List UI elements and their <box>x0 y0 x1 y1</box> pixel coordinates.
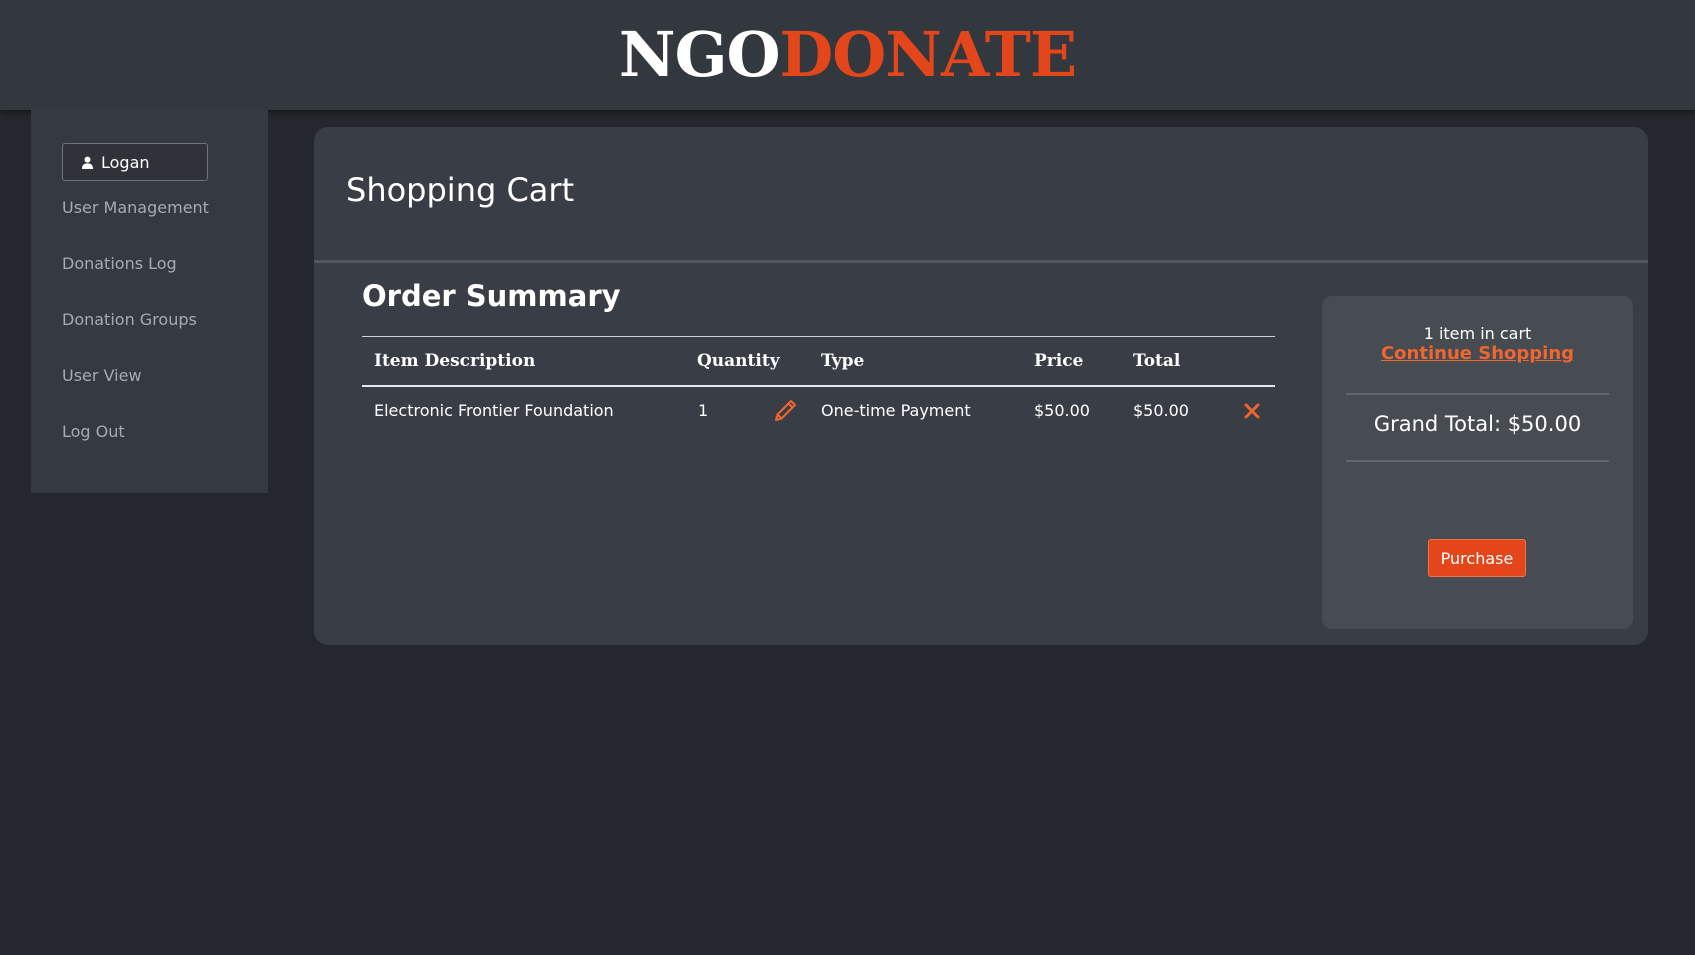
column-header-quantity: Quantity <box>697 351 780 371</box>
close-icon[interactable] <box>1244 403 1260 419</box>
user-button[interactable]: Logan <box>62 143 208 181</box>
pencil-icon[interactable] <box>772 397 799 424</box>
sidebar-item-donations-log[interactable]: Donations Log <box>62 254 177 273</box>
sidebar-item-log-out[interactable]: Log Out <box>62 422 125 441</box>
cell-type: One-time Payment <box>821 401 971 420</box>
order-summary-title: Order Summary <box>362 279 621 313</box>
column-header-item-description: Item Description <box>374 351 536 371</box>
title-divider <box>314 260 1648 263</box>
table-header-rule <box>362 385 1275 387</box>
cell-total: $50.00 <box>1133 401 1189 420</box>
brand-logo-ngo: NGO <box>618 18 781 91</box>
sidebar-item-user-view[interactable]: User View <box>62 366 142 385</box>
sidebar: Logan User Management Donations Log Dona… <box>31 110 268 493</box>
user-name: Logan <box>101 152 150 172</box>
cell-price: $50.00 <box>1034 401 1090 420</box>
cell-item-description: Electronic Frontier Foundation <box>374 401 614 420</box>
summary-divider-top <box>1346 393 1609 395</box>
column-header-total: Total <box>1133 351 1181 371</box>
brand-logo[interactable]: NGODONATE <box>0 18 1695 92</box>
sidebar-item-user-management[interactable]: User Management <box>62 198 209 217</box>
grand-total-text: Grand Total: $50.00 <box>1373 412 1582 436</box>
column-header-price: Price <box>1034 351 1084 371</box>
cell-quantity: 1 <box>698 401 709 420</box>
table-top-rule <box>362 336 1275 337</box>
purchase-button[interactable]: Purchase <box>1428 539 1526 577</box>
column-header-type: Type <box>821 351 865 371</box>
cart-summary-box: 1 item in cart Continue Shopping Grand T… <box>1322 296 1633 629</box>
shopping-cart-panel: Shopping Cart Order Summary Item Descrip… <box>314 127 1648 645</box>
continue-shopping-link[interactable]: Continue Shopping <box>1322 343 1633 364</box>
brand-logo-donate: DONATE <box>779 18 1078 91</box>
app-header: NGODONATE <box>0 0 1695 110</box>
page-title: Shopping Cart <box>346 171 575 209</box>
sidebar-item-donation-groups[interactable]: Donation Groups <box>62 310 197 329</box>
items-in-cart-text: 1 item in cart <box>1423 324 1532 343</box>
user-icon <box>82 156 93 169</box>
summary-divider-bottom <box>1346 460 1609 462</box>
